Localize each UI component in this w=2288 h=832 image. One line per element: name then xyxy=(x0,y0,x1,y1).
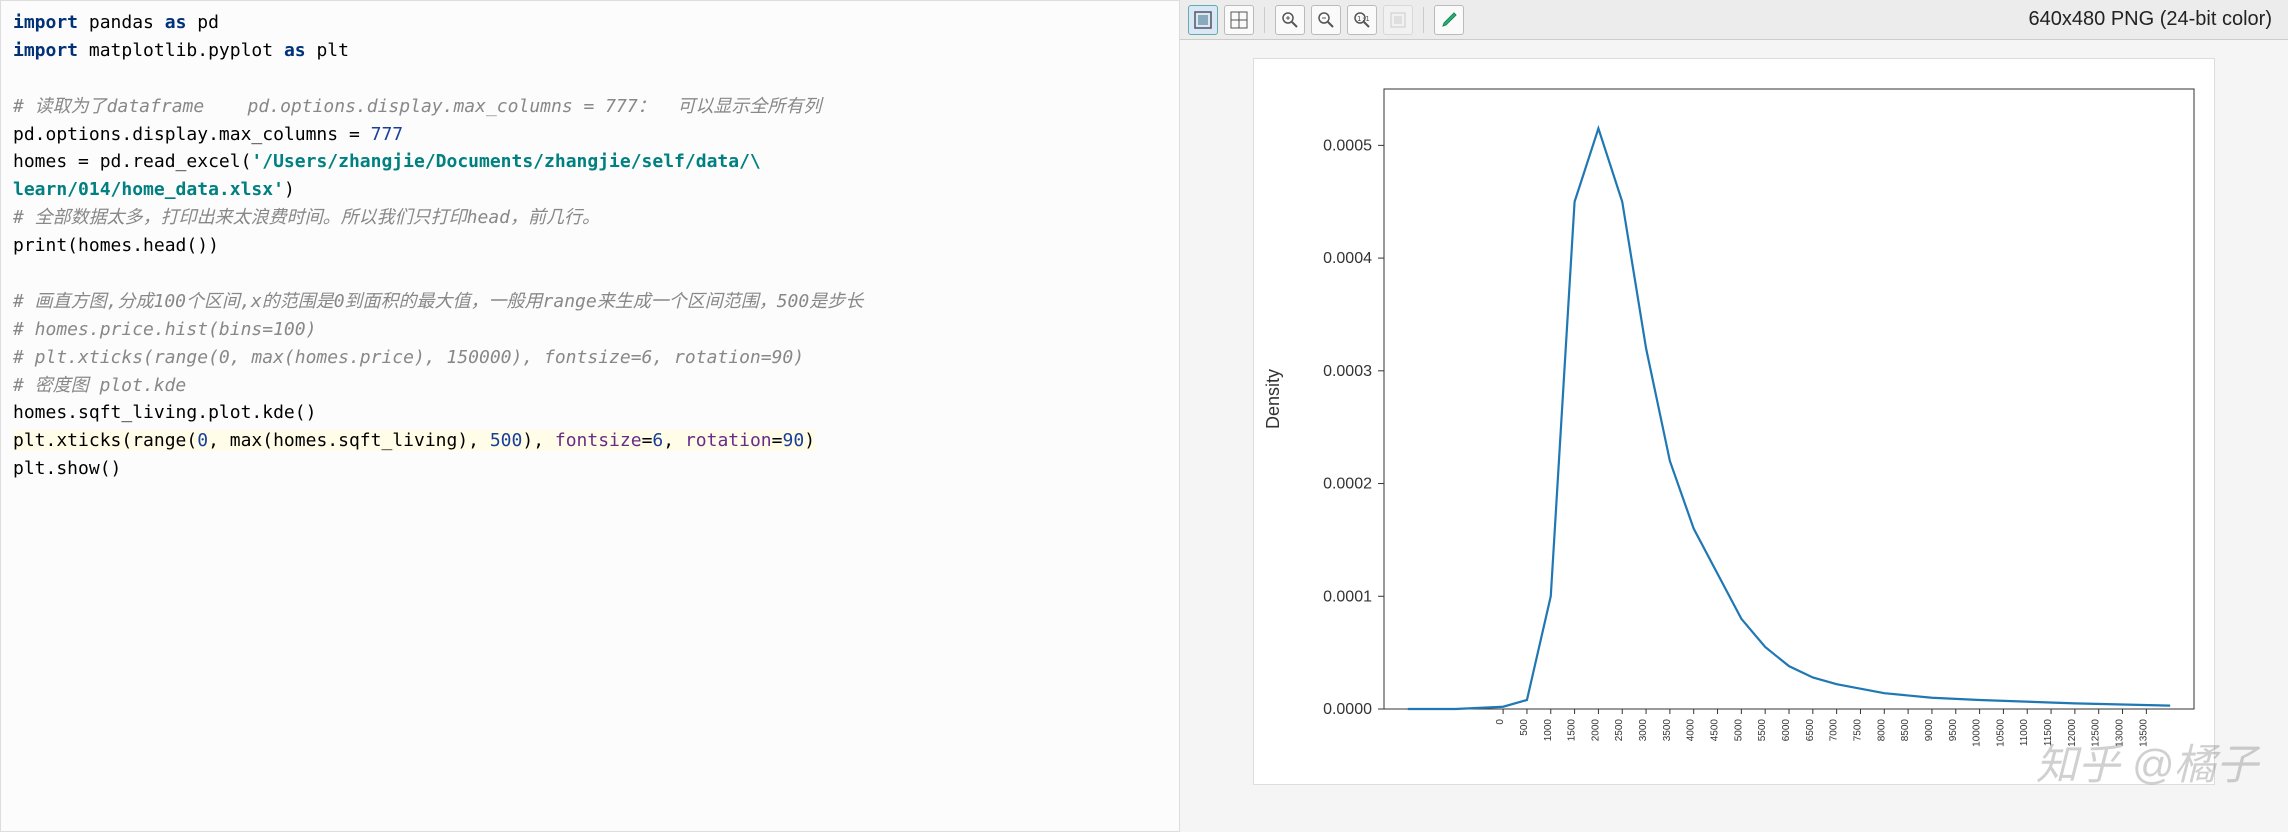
svg-text:7000: 7000 xyxy=(1829,719,1840,742)
svg-text:2000: 2000 xyxy=(1590,719,1601,742)
svg-text:6000: 6000 xyxy=(1781,719,1792,742)
chart-container: 0.0000 0.0001 0.0002 0.0003 0.0004 0.0005 Dens… xyxy=(1253,58,2215,785)
svg-text:10500: 10500 xyxy=(1995,719,2006,747)
zoom-in-icon[interactable] xyxy=(1275,5,1305,35)
svg-text:0: 0 xyxy=(1495,719,1506,725)
svg-text:1:1: 1:1 xyxy=(1357,15,1370,23)
viewer-toolbar: 1:1 640x480 PNG (24-bit color) xyxy=(1180,0,2288,40)
eyedropper-icon[interactable] xyxy=(1434,5,1464,35)
svg-text:0.0002: 0.0002 xyxy=(1323,476,1372,493)
svg-text:Density: Density xyxy=(1263,369,1283,429)
svg-text:0.0003: 0.0003 xyxy=(1323,363,1372,380)
grid-icon[interactable] xyxy=(1224,5,1254,35)
fit-icon[interactable] xyxy=(1383,5,1413,35)
svg-text:7500: 7500 xyxy=(1852,719,1863,742)
svg-text:8000: 8000 xyxy=(1876,719,1887,742)
svg-text:0.0005: 0.0005 xyxy=(1323,137,1372,154)
svg-text:11500: 11500 xyxy=(2043,719,2054,747)
svg-text:12000: 12000 xyxy=(2067,719,2078,747)
svg-text:8500: 8500 xyxy=(1900,719,1911,742)
svg-text:5500: 5500 xyxy=(1757,719,1768,742)
svg-text:3500: 3500 xyxy=(1662,719,1673,742)
svg-text:2500: 2500 xyxy=(1614,719,1625,742)
svg-text:0.0001: 0.0001 xyxy=(1323,588,1372,605)
svg-text:0.0004: 0.0004 xyxy=(1323,250,1372,267)
svg-text:500: 500 xyxy=(1519,719,1530,736)
svg-text:9000: 9000 xyxy=(1924,719,1935,742)
zoom-out-icon[interactable] xyxy=(1311,5,1341,35)
code-editor[interactable]: import pandas as pd import matplotlib.py… xyxy=(0,0,1180,832)
svg-text:4000: 4000 xyxy=(1686,719,1697,742)
svg-text:12500: 12500 xyxy=(2091,719,2102,747)
svg-text:11000: 11000 xyxy=(2019,719,2030,747)
svg-text:5000: 5000 xyxy=(1733,719,1744,742)
zoom-reset-icon[interactable]: 1:1 xyxy=(1347,5,1377,35)
svg-text:13500: 13500 xyxy=(2138,719,2149,747)
image-viewer-pane: 1:1 640x480 PNG (24-bit color) 0.00000.0… xyxy=(1180,0,2288,832)
svg-text:4500: 4500 xyxy=(1710,719,1721,742)
bounding-box-icon[interactable] xyxy=(1188,5,1218,35)
svg-text:9500: 9500 xyxy=(1948,719,1959,742)
svg-text:1500: 1500 xyxy=(1567,719,1578,742)
plot-area: 0.0000 0.0001 0.0002 0.0003 0.0004 0.0005 Dens… xyxy=(1180,40,2288,832)
image-info-label: 640x480 PNG (24-bit color) xyxy=(2029,8,2280,31)
svg-text:10000: 10000 xyxy=(1972,719,1983,747)
svg-text:1000: 1000 xyxy=(1543,719,1554,742)
svg-text:13000: 13000 xyxy=(2115,719,2126,747)
svg-text:6500: 6500 xyxy=(1805,719,1816,742)
svg-text:3000: 3000 xyxy=(1638,719,1649,742)
svg-text:0.0000: 0.0000 xyxy=(1323,701,1372,718)
